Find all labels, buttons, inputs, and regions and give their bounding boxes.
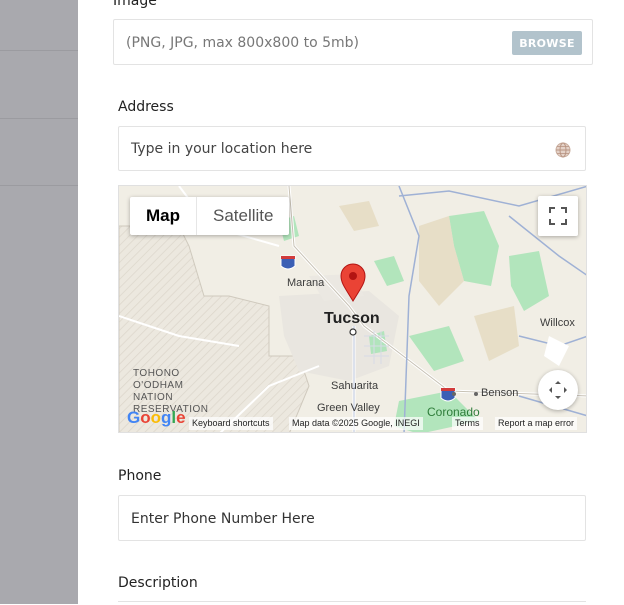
google-logo: Google bbox=[127, 408, 186, 427]
map-label-tucson: Tucson bbox=[324, 310, 380, 327]
description-label: Description bbox=[118, 575, 198, 591]
description-input[interactable] bbox=[118, 601, 586, 605]
image-upload-field[interactable]: (PNG, JPG, max 800x800 to 5mb) BROWSE bbox=[113, 19, 593, 65]
address-placeholder: Type in your location here bbox=[131, 141, 313, 157]
camera-control-button[interactable] bbox=[538, 370, 578, 410]
address-label: Address bbox=[118, 99, 174, 115]
overlay-backdrop[interactable] bbox=[0, 0, 78, 604]
map-label-willcox: Willcox bbox=[540, 317, 575, 329]
address-input[interactable]: Type in your location here bbox=[118, 126, 586, 171]
backdrop-divider bbox=[0, 185, 78, 186]
globe-icon[interactable] bbox=[555, 142, 571, 158]
map-label-green-valley: Green Valley bbox=[317, 402, 380, 414]
fullscreen-button[interactable] bbox=[538, 196, 578, 236]
image-label: Image bbox=[113, 0, 157, 9]
image-placeholder: (PNG, JPG, max 800x800 to 5mb) bbox=[126, 35, 359, 51]
map-label-sahuarita: Sahuarita bbox=[331, 380, 379, 392]
map-label-marana: Marana bbox=[287, 277, 325, 289]
map-type-control: Map Satellite bbox=[130, 197, 290, 235]
map-type-map-button[interactable]: Map bbox=[130, 197, 196, 235]
keyboard-shortcuts-link[interactable]: Keyboard shortcuts bbox=[189, 417, 273, 430]
browse-button[interactable]: BROWSE bbox=[512, 31, 582, 55]
phone-placeholder: Enter Phone Number Here bbox=[131, 511, 315, 527]
map-type-satellite-button[interactable]: Satellite bbox=[196, 197, 289, 235]
terms-link[interactable]: Terms bbox=[452, 417, 483, 430]
map-data-attribution: Map data ©2025 Google, INEGI bbox=[289, 417, 423, 430]
phone-label: Phone bbox=[118, 468, 162, 484]
phone-input[interactable]: Enter Phone Number Here bbox=[118, 495, 586, 541]
map-label-benson: Benson bbox=[481, 387, 519, 399]
fullscreen-icon bbox=[549, 207, 567, 225]
backdrop-divider bbox=[0, 118, 78, 119]
camera-control-icon bbox=[549, 381, 567, 399]
map-footer: Google Keyboard shortcuts Map data ©2025… bbox=[119, 408, 586, 432]
backdrop-divider bbox=[0, 50, 78, 51]
location-map[interactable]: Map Satellite Marana Tucson Willcox Sahu… bbox=[118, 185, 587, 433]
report-map-error-link[interactable]: Report a map error bbox=[495, 417, 578, 430]
